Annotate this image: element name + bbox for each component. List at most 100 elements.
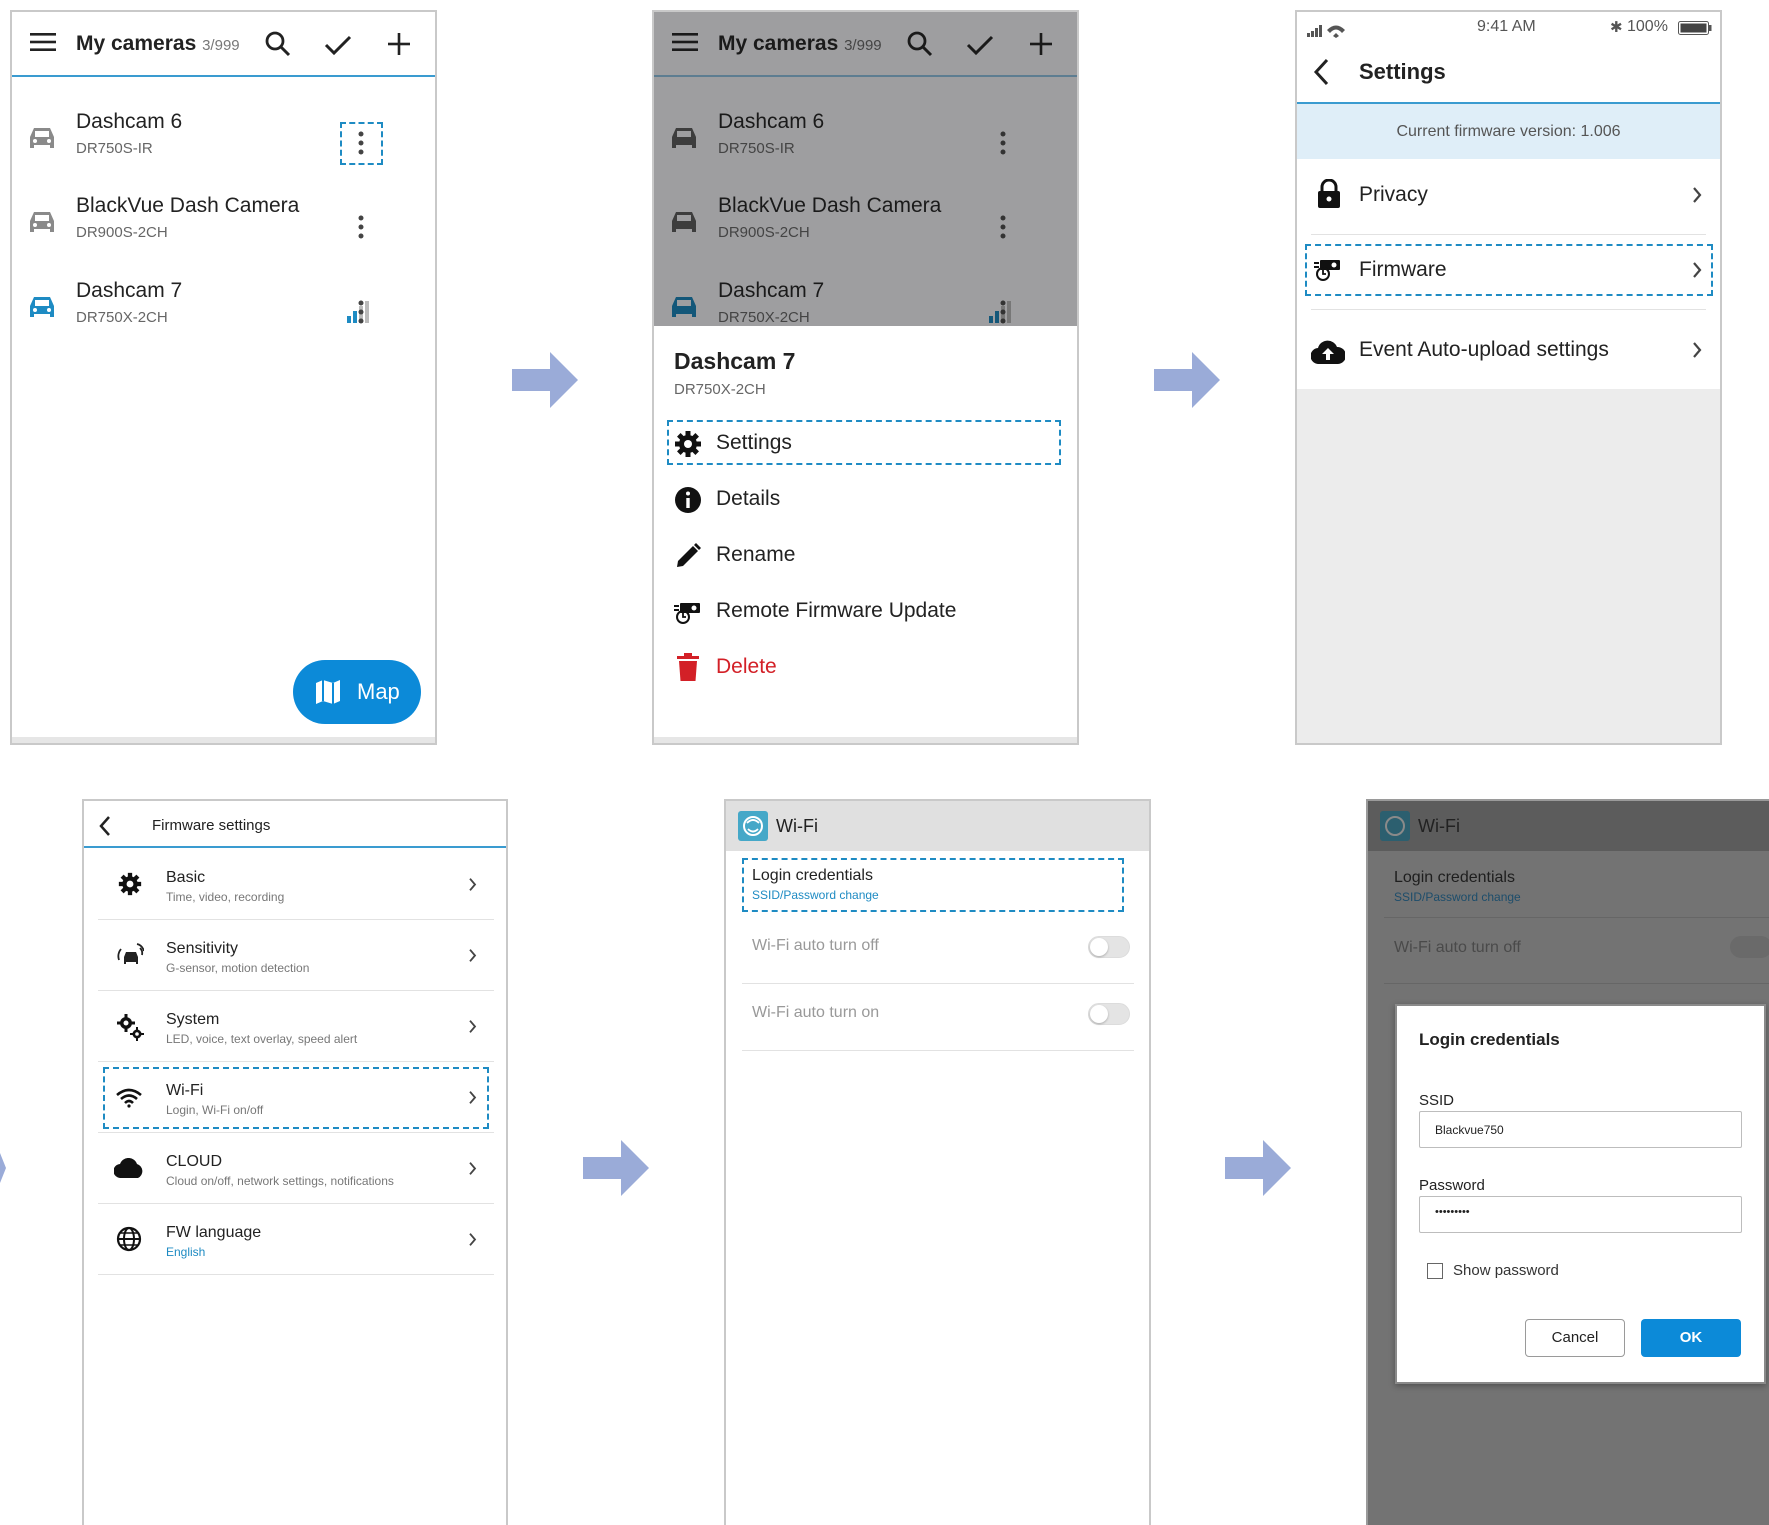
item-sub: SSID/Password change bbox=[1394, 890, 1521, 904]
menu-label: Rename bbox=[716, 543, 796, 566]
header-underline bbox=[654, 75, 1077, 77]
camera-row[interactable]: Dashcam 7 DR750X-2CH bbox=[12, 273, 435, 347]
cell-signal-icon bbox=[1307, 22, 1347, 38]
car-icon bbox=[26, 124, 58, 152]
chevron-right-icon bbox=[468, 1090, 477, 1105]
wifi-auto-on-row: Wi-Fi auto turn on bbox=[742, 983, 1134, 1047]
camera-name: Dashcam 7 bbox=[718, 279, 825, 302]
menu-item-settings[interactable]: Settings bbox=[674, 422, 1054, 464]
title-bar: Wi-Fi bbox=[726, 801, 1149, 851]
password-value: ••••••••• bbox=[1435, 1206, 1470, 1218]
camera-name: BlackVue Dash Camera bbox=[76, 194, 300, 217]
car-icon bbox=[668, 124, 700, 152]
camera-model: DR900S-2CH bbox=[76, 224, 168, 241]
menu-item-remote-firmware-update[interactable]: Remote Firmware Update bbox=[674, 590, 1054, 632]
fw-item-sub: Login, Wi-Fi on/off bbox=[166, 1103, 264, 1117]
show-password-label: Show password bbox=[1453, 1262, 1559, 1279]
wifi-auto-off-toggle bbox=[1730, 936, 1769, 958]
more-vert-icon[interactable] bbox=[358, 131, 364, 155]
page-title: Settings bbox=[1359, 59, 1446, 84]
flow-arrow bbox=[1225, 1140, 1291, 1196]
check-icon[interactable] bbox=[324, 34, 352, 56]
camera-name: Dashcam 6 bbox=[76, 110, 183, 133]
camera-row: Dashcam 6 DR750S-IR bbox=[654, 104, 1077, 178]
divider bbox=[1384, 917, 1769, 918]
sheet-title: Dashcam 7 bbox=[674, 348, 796, 374]
fw-item-cloud[interactable]: CLOUD Cloud on/off, network settings, no… bbox=[98, 1133, 494, 1203]
check-icon[interactable] bbox=[966, 34, 994, 56]
bottom-bar bbox=[12, 737, 435, 743]
bottom-sheet: Dashcam 7 DR750X-2CH Settings Details Re… bbox=[654, 326, 1077, 743]
menu-label: Details bbox=[716, 487, 781, 510]
firmware-version-text: Current firmware version: 1.006 bbox=[1396, 123, 1621, 140]
camera-row[interactable]: Dashcam 6 DR750S-IR bbox=[12, 104, 435, 178]
ok-button[interactable]: OK bbox=[1641, 1319, 1741, 1357]
ssid-input[interactable]: Blackvue750 bbox=[1419, 1111, 1742, 1148]
wifi-login-credentials[interactable]: Login credentials SSID/Password change bbox=[752, 861, 1122, 909]
back-chevron-icon[interactable] bbox=[98, 815, 112, 837]
password-input[interactable]: ••••••••• bbox=[1419, 1196, 1742, 1233]
globe-icon bbox=[116, 1226, 142, 1252]
wifi-icon bbox=[116, 1088, 142, 1108]
wifi-auto-on-toggle[interactable] bbox=[1088, 1003, 1130, 1025]
item-label: Wi-Fi auto turn off bbox=[1394, 939, 1521, 956]
page-title: Wi-Fi bbox=[1418, 816, 1460, 836]
add-icon[interactable] bbox=[1029, 32, 1053, 56]
flow-arrow bbox=[1154, 352, 1220, 408]
camera-model: DR750X-2CH bbox=[718, 309, 810, 326]
car-icon bbox=[668, 208, 700, 236]
add-icon[interactable] bbox=[387, 32, 411, 56]
more-vert-icon[interactable] bbox=[358, 300, 364, 324]
settings-item-privacy[interactable]: Privacy bbox=[1297, 162, 1720, 230]
fw-item-basic[interactable]: Basic Time, video, recording bbox=[98, 849, 494, 919]
camera-name: Dashcam 6 bbox=[718, 110, 825, 133]
camera-name: BlackVue Dash Camera bbox=[718, 194, 942, 217]
chevron-right-icon bbox=[468, 1232, 477, 1247]
map-icon bbox=[315, 679, 341, 705]
flow-arrow-partial bbox=[0, 1153, 6, 1188]
ssid-label: SSID bbox=[1419, 1092, 1455, 1109]
settings-item-firmware[interactable]: Firmware bbox=[1297, 240, 1720, 300]
app-logo-icon bbox=[738, 811, 768, 841]
status-time: 9:41 AM bbox=[1477, 18, 1536, 35]
flow-arrow bbox=[583, 1140, 649, 1196]
camera-row[interactable]: BlackVue Dash Camera DR900S-2CH bbox=[12, 188, 435, 262]
bluetooth-icon: ✱ bbox=[1610, 19, 1623, 36]
back-chevron-icon[interactable] bbox=[1313, 58, 1329, 86]
fw-item-wifi[interactable]: Wi-Fi Login, Wi-Fi on/off bbox=[98, 1062, 494, 1132]
fw-item-system[interactable]: System LED, voice, text overlay, speed a… bbox=[98, 991, 494, 1061]
menu-item-rename[interactable]: Rename bbox=[674, 534, 1054, 576]
ok-label: OK bbox=[1679, 1329, 1703, 1346]
header-underline bbox=[84, 846, 506, 848]
car-icon bbox=[26, 208, 58, 236]
page-title: Wi-Fi bbox=[776, 816, 818, 836]
header-underline bbox=[12, 75, 435, 77]
cancel-label: Cancel bbox=[1551, 1329, 1599, 1346]
menu-item-delete[interactable]: Delete bbox=[674, 646, 1054, 688]
screen-settings: 9:41 AM ✱ 100% Settings Current firmware… bbox=[1295, 10, 1722, 745]
settings-label: Event Auto-upload settings bbox=[1359, 338, 1609, 361]
search-icon[interactable] bbox=[906, 30, 934, 58]
battery-percent: 100% bbox=[1627, 18, 1668, 35]
search-icon[interactable] bbox=[264, 30, 292, 58]
fw-item-language[interactable]: FW language English bbox=[98, 1204, 494, 1274]
camera-count: 3/999 bbox=[844, 37, 882, 54]
wifi-auto-off-toggle[interactable] bbox=[1088, 936, 1130, 958]
hamburger-menu-icon[interactable] bbox=[30, 32, 56, 52]
show-password-checkbox[interactable] bbox=[1427, 1263, 1443, 1279]
app-logo-icon bbox=[1380, 811, 1410, 841]
screen-wifi: Wi-Fi Login credentials SSID/Password ch… bbox=[724, 799, 1151, 1525]
menu-item-details[interactable]: Details bbox=[674, 478, 1054, 520]
more-vert-icon[interactable] bbox=[358, 215, 364, 239]
settings-item-event-auto-upload[interactable]: Event Auto-upload settings bbox=[1297, 317, 1720, 385]
car-icon bbox=[26, 293, 58, 321]
settings-label: Privacy bbox=[1359, 183, 1428, 206]
cancel-button[interactable]: Cancel bbox=[1525, 1319, 1625, 1357]
map-button[interactable]: Map bbox=[293, 660, 421, 724]
camera-count: 3/999 bbox=[202, 37, 240, 54]
hamburger-menu-icon[interactable] bbox=[672, 32, 698, 52]
dialog-title: Login credentials bbox=[1419, 1030, 1560, 1049]
fw-item-sensitivity[interactable]: Sensitivity G-sensor, motion detection bbox=[98, 920, 494, 990]
fw-item-sub: G-sensor, motion detection bbox=[166, 961, 310, 975]
fw-item-sub: Time, video, recording bbox=[166, 890, 285, 904]
